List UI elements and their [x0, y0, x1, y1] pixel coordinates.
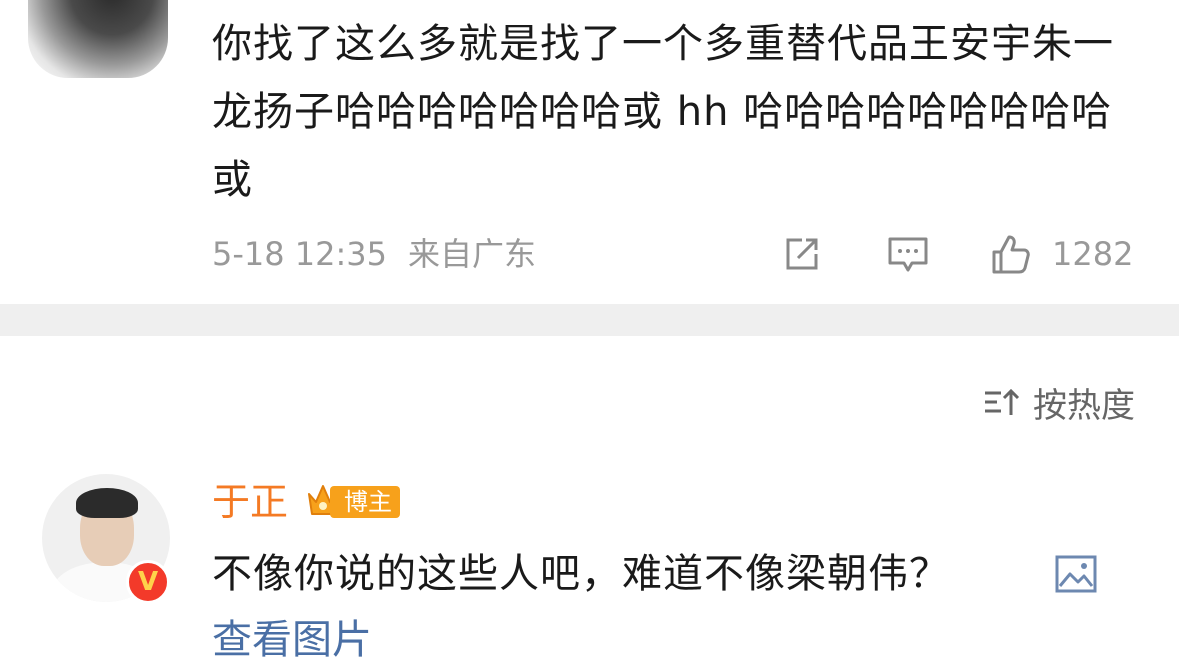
comment-location: 来自广东	[408, 235, 537, 273]
view-pictures-link[interactable]: 查看图片	[212, 612, 372, 668]
sort-button[interactable]: 按热度	[981, 380, 1135, 426]
blogger-badge: 博主	[330, 486, 400, 518]
sort-label: 按热度	[1033, 385, 1135, 426]
avatar-top[interactable]	[28, 0, 168, 78]
comment-icon	[888, 237, 928, 272]
avatar-hair	[76, 488, 138, 518]
sort-icon	[985, 388, 1020, 415]
like-count: 1282	[1052, 235, 1134, 273]
picture-icon[interactable]	[1054, 554, 1098, 594]
comment-text: 你找了这么多就是找了一个多重替代品王安宇朱一龙扬子哈哈哈哈哈哈哈或 hh 哈哈哈…	[212, 21, 1114, 203]
comment-time: 5-18 12:35	[212, 235, 388, 273]
like-button[interactable]	[988, 232, 1032, 276]
share-icon	[786, 238, 818, 270]
reply-button[interactable]	[886, 232, 930, 276]
like-icon	[992, 235, 1030, 274]
verified-icon: V	[126, 560, 170, 604]
username[interactable]: 于正	[212, 478, 288, 526]
section-divider	[0, 304, 1179, 336]
comment-text-2: 不像你说的这些人吧，难道不像梁朝伟？	[212, 551, 950, 597]
comment-meta-row: 5-18 12:35 来自广东 1282	[212, 232, 1137, 276]
share-button[interactable]	[780, 232, 824, 276]
